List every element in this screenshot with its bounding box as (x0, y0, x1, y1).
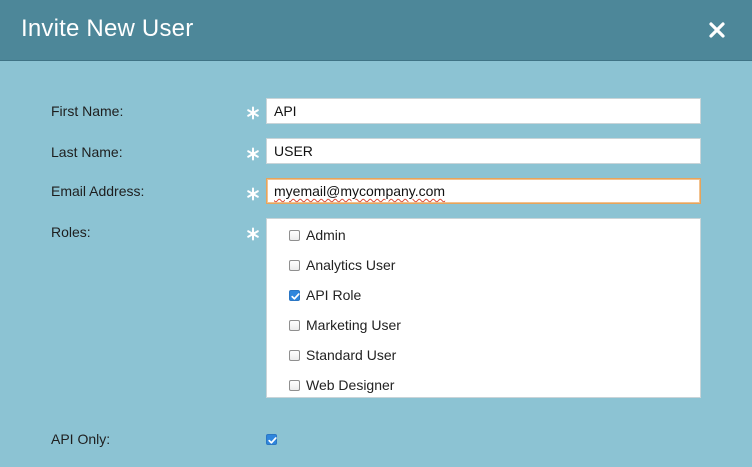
dialog-titlebar: Invite New User (0, 0, 752, 61)
role-checkbox[interactable] (289, 349, 300, 361)
last-name-label: Last Name: (51, 144, 123, 160)
required-asterisk-icon (246, 227, 260, 241)
role-label: Web Designer (306, 377, 395, 393)
role-label: Marketing User (306, 317, 401, 333)
checkmark-icon (268, 437, 277, 444)
role-item-web-designer[interactable]: Web Designer (289, 375, 394, 395)
role-checkbox-checked[interactable] (289, 289, 300, 301)
role-item-standard-user[interactable]: Standard User (289, 345, 396, 365)
role-item-admin[interactable]: Admin (289, 225, 346, 245)
email-label: Email Address: (51, 183, 145, 199)
api-only-checkbox[interactable] (266, 434, 277, 445)
role-label: API Role (306, 287, 362, 303)
dialog-title: Invite New User (21, 15, 194, 42)
required-asterisk-icon (246, 187, 260, 201)
required-asterisk-icon (246, 147, 260, 161)
email-input[interactable]: myemail@mycompany.com (266, 178, 701, 204)
role-label: Analytics User (306, 257, 396, 273)
role-item-marketing-user[interactable]: Marketing User (289, 315, 401, 335)
last-name-input[interactable]: USER (266, 138, 701, 164)
role-checkbox[interactable] (289, 259, 300, 271)
role-checkbox[interactable] (289, 379, 300, 391)
role-label: Admin (306, 227, 346, 243)
role-item-analytics-user[interactable]: Analytics User (289, 255, 395, 275)
roles-label: Roles: (51, 224, 91, 240)
last-name-value: USER (274, 143, 313, 159)
invite-user-dialog: Invite New User First Name: API Last Nam… (0, 0, 752, 467)
role-item-api-role[interactable]: API Role (289, 285, 361, 305)
role-checkbox[interactable] (289, 319, 300, 331)
first-name-label: First Name: (51, 103, 124, 119)
checkmark-icon (291, 292, 300, 300)
close-button[interactable] (708, 18, 728, 42)
roles-list: Admin Analytics User API Role Marketing … (266, 218, 701, 398)
role-checkbox[interactable] (289, 229, 300, 241)
first-name-value: API (274, 103, 297, 119)
close-icon (708, 21, 728, 39)
required-asterisk-icon (246, 106, 260, 120)
first-name-input[interactable]: API (266, 98, 701, 124)
api-only-label: API Only: (51, 431, 111, 447)
role-label: Standard User (306, 347, 397, 363)
email-value: myemail@mycompany.com (274, 183, 446, 199)
